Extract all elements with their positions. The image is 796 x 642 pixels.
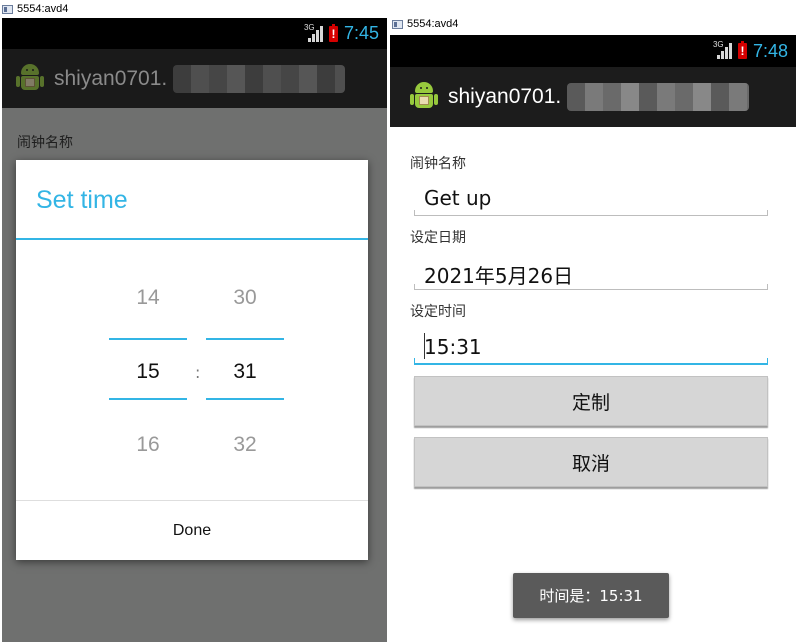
minute-bottom-line (206, 398, 284, 400)
hour-prev[interactable]: 14 (109, 286, 187, 310)
left-window-titlebar: 5554:avd4 (2, 0, 382, 18)
minute-prev[interactable]: 30 (206, 286, 284, 310)
name-value: Get up (424, 186, 492, 210)
hour-current[interactable]: 15 (109, 360, 187, 384)
time-label: 设定时间 (410, 304, 466, 320)
time-field[interactable]: 15:31 (414, 329, 768, 365)
time-value: 15:31 (424, 335, 482, 359)
window-icon (392, 19, 403, 29)
date-field[interactable]: 2021年5月26日 (414, 254, 768, 290)
app-launcher-icon[interactable] (410, 82, 438, 112)
status-bar: 3G 7:48 (390, 35, 796, 67)
minute-top-line (206, 338, 284, 340)
action-bar: shiyan0701. (390, 67, 796, 127)
status-clock: 7:48 (752, 40, 788, 61)
done-button[interactable]: Done (16, 501, 368, 560)
battery-alert-icon (737, 41, 747, 59)
minute-current[interactable]: 31 (206, 360, 284, 384)
name-field[interactable]: Get up (414, 180, 768, 216)
time-picker-dialog: Set time 14 15 16 : 30 31 32 Done (16, 160, 368, 560)
status-bar: 3G 7:45 (2, 18, 387, 49)
left-window-title: 5554:avd4 (17, 3, 69, 15)
name-label: 闹钟名称 (410, 156, 466, 172)
app-title: shiyan0701. (448, 85, 562, 108)
action-bar: shiyan0701. (2, 49, 387, 108)
right-window-title: 5554:avd4 (407, 18, 459, 30)
dialog-title: Set time (36, 186, 128, 214)
dialog-title-divider (16, 238, 368, 240)
status-clock: 7:45 (343, 23, 379, 43)
battery-alert-icon (328, 23, 338, 42)
hour-bottom-line (109, 398, 187, 400)
background-name-label: 闹钟名称 (17, 135, 73, 151)
signal-icon: 3G (713, 40, 732, 59)
app-title: shiyan0701. (54, 66, 168, 90)
set-alarm-button[interactable]: 定制 (414, 376, 768, 426)
window-icon (2, 4, 13, 14)
time-separator: : (195, 363, 201, 382)
date-label: 设定日期 (410, 230, 466, 246)
cancel-button[interactable]: 取消 (414, 437, 768, 487)
hour-next[interactable]: 16 (109, 433, 187, 457)
minute-next[interactable]: 32 (206, 433, 284, 457)
redacted-title (173, 64, 346, 93)
time-toast: 时间是：15:31 (513, 573, 669, 618)
date-value: 2021年5月26日 (424, 264, 574, 288)
left-emulator-screen: 3G 7:45 shiyan0701. 闹钟名称 Set time 14 15 … (2, 18, 387, 642)
redacted-title (567, 83, 750, 111)
hour-top-line (109, 338, 187, 340)
signal-icon: 3G (304, 23, 323, 42)
right-window-titlebar: 5554:avd4 (392, 15, 792, 33)
right-emulator-screen: 3G 7:48 shiyan0701. 闹钟名称 Get up 设定日期 202… (390, 35, 796, 642)
app-launcher-icon[interactable] (16, 63, 44, 94)
